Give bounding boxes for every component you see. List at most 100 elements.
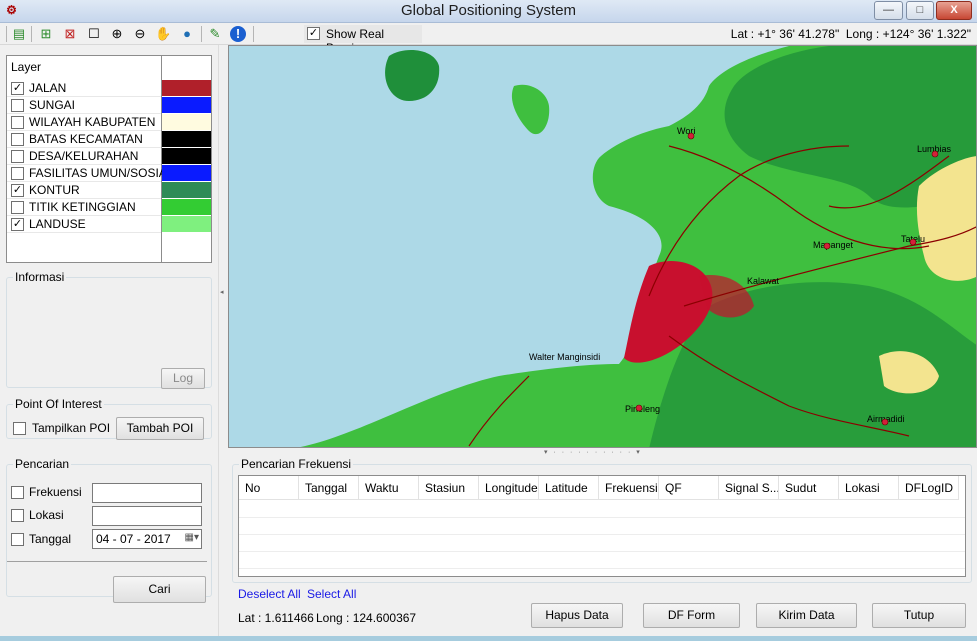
- layer-color-swatch[interactable]: [162, 199, 211, 215]
- layer-color-swatch[interactable]: [162, 131, 211, 147]
- poi-title: Point Of Interest: [15, 397, 102, 411]
- column-header[interactable]: Latitude: [539, 476, 599, 500]
- layer-row[interactable]: TITIK KETINGGIAN: [7, 199, 161, 216]
- column-header[interactable]: Lokasi: [839, 476, 899, 500]
- search-group: Pencarian Frekuensi Lokasi Tanggal 04 - …: [6, 457, 212, 603]
- lokasi-checkbox[interactable]: [11, 509, 24, 522]
- toolbar-separator: [201, 26, 202, 42]
- column-header[interactable]: Waktu: [359, 476, 419, 500]
- close-button[interactable]: X: [936, 1, 972, 20]
- layer-checkbox[interactable]: [11, 133, 24, 146]
- df-form-button[interactable]: DF Form: [643, 603, 740, 628]
- column-header[interactable]: QF: [659, 476, 719, 500]
- layer-checkbox[interactable]: [11, 116, 24, 129]
- add-data-icon[interactable]: ⊞: [38, 26, 54, 42]
- layer-checkbox[interactable]: [11, 201, 24, 214]
- layer-row[interactable]: BATAS KECAMATAN: [7, 131, 161, 148]
- table-row[interactable]: [239, 534, 965, 535]
- minimize-button[interactable]: —: [874, 1, 903, 20]
- frekuensi-input[interactable]: [92, 483, 202, 503]
- select-all-link[interactable]: Select All: [307, 587, 356, 601]
- layer-panel: Layer ✓ JALAN SUNGAI WILAYAH KABUPATEN BATAS…: [6, 55, 212, 263]
- remove-data-icon[interactable]: ⊠: [62, 26, 78, 42]
- layer-row[interactable]: DESA/KELURAHAN: [7, 148, 161, 165]
- info-icon[interactable]: !: [230, 26, 246, 42]
- new-layer-icon[interactable]: ▤: [11, 26, 27, 42]
- column-header[interactable]: DFLogID: [899, 476, 959, 500]
- zoom-out-icon[interactable]: ⊖: [132, 26, 148, 42]
- layer-label: DESA/KELURAHAN: [29, 149, 139, 163]
- add-poi-button[interactable]: Tambah POI: [116, 417, 204, 440]
- calendar-dropdown-icon[interactable]: ▦▾: [185, 532, 199, 543]
- deselect-all-link[interactable]: Deselect All: [238, 587, 301, 601]
- frekuensi-table[interactable]: No Tanggal Waktu Stasiun Longitude Latitude Fr…: [238, 475, 966, 577]
- layer-color-swatch[interactable]: [162, 148, 211, 164]
- layer-checkbox[interactable]: [11, 99, 24, 112]
- table-row[interactable]: [239, 517, 965, 518]
- log-button[interactable]: Log: [161, 368, 205, 389]
- tanggal-value: 04 - 07 - 2017: [96, 532, 171, 546]
- map-view[interactable]: Walter Manginsidi Pineleng Mapanget Tate…: [228, 45, 977, 448]
- layer-row[interactable]: FASILITAS UMUN/SOSIAL: [7, 165, 173, 182]
- title-bar: ⚙ Global Positioning System — □ X: [0, 0, 977, 23]
- tanggal-date-picker[interactable]: 04 - 07 - 2017 ▦▾: [92, 529, 202, 549]
- layer-label: LANDUSE: [29, 217, 86, 231]
- table-row[interactable]: [239, 551, 965, 552]
- frekuensi-checkbox[interactable]: [11, 486, 24, 499]
- layer-color-swatch[interactable]: [162, 97, 211, 113]
- layer-checkbox[interactable]: ✓: [11, 82, 24, 95]
- informasi-group: Informasi Log: [6, 270, 212, 389]
- horizontal-splitter[interactable]: ▾ · · · · · · · · · · ▾: [228, 448, 977, 457]
- layer-label: KONTUR: [29, 183, 80, 197]
- layer-checkbox[interactable]: [11, 150, 24, 163]
- layer-row[interactable]: ✓ JALAN: [7, 80, 161, 97]
- layer-color-swatch[interactable]: [162, 216, 211, 232]
- select-box-icon[interactable]: ☐: [86, 26, 102, 42]
- place-marker: [931, 150, 939, 158]
- layer-color-swatch[interactable]: [162, 80, 211, 96]
- zoom-in-icon[interactable]: ⊕: [109, 26, 125, 42]
- layer-checkbox[interactable]: ✓: [11, 184, 24, 197]
- collapse-handle-icon[interactable]: ▾ · · · · · · · · · · ▾: [544, 448, 642, 456]
- globe-icon[interactable]: ●: [179, 26, 195, 42]
- collapse-arrow-icon[interactable]: ◂: [220, 288, 224, 296]
- show-poi-checkbox[interactable]: [13, 422, 26, 435]
- layer-row[interactable]: ✓ LANDUSE: [7, 216, 161, 233]
- layer-color-swatch[interactable]: [162, 165, 211, 181]
- place-marker: [823, 242, 831, 250]
- column-header[interactable]: Sudut: [779, 476, 839, 500]
- show-real-bearing-checkbox[interactable]: ✓: [307, 27, 320, 40]
- layer-label: JALAN: [29, 81, 67, 95]
- layer-checkbox[interactable]: ✓: [11, 218, 24, 231]
- frekuensi-group-title: Pencarian Frekuensi: [241, 457, 352, 471]
- layer-label: BATAS KECAMATAN: [29, 132, 143, 146]
- column-header[interactable]: Longitude: [479, 476, 539, 500]
- kirim-data-button[interactable]: Kirim Data: [756, 603, 857, 628]
- layer-row[interactable]: ✓ KONTUR: [7, 182, 161, 199]
- column-header[interactable]: No: [239, 476, 299, 500]
- layer-color-swatch[interactable]: [162, 182, 211, 198]
- column-header[interactable]: Stasiun: [419, 476, 479, 500]
- table-row[interactable]: [239, 568, 965, 569]
- maximize-button[interactable]: □: [906, 1, 934, 20]
- pan-hand-icon[interactable]: ✋: [155, 26, 171, 42]
- column-header[interactable]: Tanggal: [299, 476, 359, 500]
- tutup-button[interactable]: Tutup: [872, 603, 966, 628]
- search-button[interactable]: Cari: [113, 576, 206, 603]
- show-real-bearing-toggle[interactable]: ✓ Show Real Bearing: [304, 25, 422, 55]
- vertical-splitter[interactable]: ◂: [218, 45, 228, 641]
- map-label-kalawat: Kalawat: [747, 276, 780, 286]
- lokasi-input[interactable]: [92, 506, 202, 526]
- layer-row[interactable]: WILAYAH KABUPATEN: [7, 114, 161, 131]
- status-long: Long : 124.600367: [316, 611, 417, 625]
- layer-row[interactable]: SUNGAI: [7, 97, 161, 114]
- long-readout: Long : +124° 36' 1.322": [845, 27, 971, 41]
- tanggal-checkbox[interactable]: [11, 533, 24, 546]
- edit-icon[interactable]: ✎: [207, 26, 223, 42]
- layer-color-swatch[interactable]: [162, 114, 211, 130]
- layer-checkbox[interactable]: [11, 167, 24, 180]
- hapus-data-button[interactable]: Hapus Data: [531, 603, 623, 628]
- column-header[interactable]: Signal S...: [719, 476, 779, 500]
- show-poi-label: Tampilkan POI: [32, 421, 111, 435]
- column-header[interactable]: Frekuensi: [599, 476, 659, 500]
